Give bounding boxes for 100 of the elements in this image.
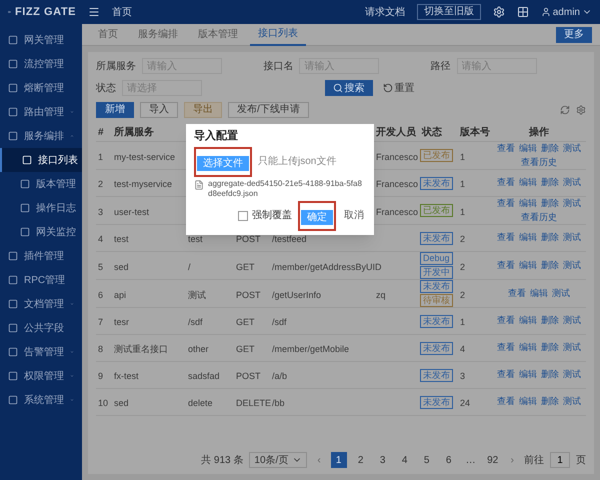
- action-link[interactable]: 查看历史: [521, 156, 557, 169]
- sidebar-item[interactable]: 告警管理: [0, 340, 82, 364]
- action-link[interactable]: 删除: [541, 395, 559, 409]
- toolbar-button[interactable]: 导出: [184, 102, 222, 118]
- status-tag: 未发布: [420, 396, 453, 408]
- action-link[interactable]: 编辑: [519, 341, 537, 355]
- action-link[interactable]: 删除: [541, 341, 559, 355]
- sidebar-item[interactable]: 文档管理: [0, 292, 82, 316]
- sidebar-item[interactable]: 版本管理: [0, 172, 82, 196]
- sidebar-item[interactable]: 流控管理: [0, 52, 82, 76]
- sidebar-item[interactable]: 操作日志: [0, 196, 82, 220]
- logo-text: FIZZ GATE: [15, 4, 76, 20]
- action-link[interactable]: 查看: [497, 176, 515, 190]
- user-icon[interactable]: [540, 7, 551, 17]
- action-link[interactable]: 删除: [541, 142, 559, 156]
- sidebar-item[interactable]: 权限管理: [0, 364, 82, 388]
- action-link[interactable]: 编辑: [530, 286, 548, 300]
- tab[interactable]: 服务编排: [130, 24, 186, 46]
- prev-page-button[interactable]: ‹: [313, 452, 325, 468]
- action-link[interactable]: 编辑: [519, 395, 537, 409]
- search-button[interactable]: 搜索: [324, 80, 373, 96]
- switch-button[interactable]: 切换至旧版: [416, 4, 481, 20]
- sidebar-item[interactable]: 插件管理: [0, 244, 82, 268]
- action-link[interactable]: 查看历史: [521, 210, 557, 224]
- docs-link[interactable]: 请求文档: [364, 4, 405, 20]
- action-link[interactable]: 删除: [541, 314, 559, 328]
- action-link[interactable]: 编辑: [519, 314, 537, 328]
- grid-icon[interactable]: [516, 6, 529, 18]
- action-link[interactable]: 测试: [563, 368, 581, 382]
- action-link[interactable]: 测试: [563, 142, 581, 156]
- cancel-button[interactable]: 取消: [342, 208, 366, 223]
- sidebar-item[interactable]: 网关监控: [0, 220, 82, 244]
- action-link[interactable]: 编辑: [519, 368, 537, 382]
- action-link[interactable]: 查看: [497, 231, 515, 245]
- sidebar-item[interactable]: 服务编排: [0, 124, 82, 148]
- page-button[interactable]: 6: [440, 452, 457, 468]
- toolbar-button[interactable]: 新增: [96, 102, 134, 118]
- action-link[interactable]: 测试: [563, 314, 581, 328]
- action-link[interactable]: 删除: [541, 231, 559, 245]
- page-button[interactable]: 5: [418, 452, 435, 468]
- action-link[interactable]: 测试: [563, 231, 581, 245]
- action-link[interactable]: 查看: [497, 197, 515, 210]
- status-tag: 未发布: [420, 314, 453, 328]
- toolbar-button[interactable]: 导入: [140, 102, 178, 118]
- filter-label: 状态: [96, 82, 116, 96]
- sidebar-item[interactable]: 网关管理: [0, 28, 82, 52]
- breadcrumb[interactable]: 首页: [112, 4, 132, 20]
- action-link[interactable]: 查看: [497, 368, 515, 382]
- table-cell: user-test: [114, 206, 150, 216]
- action-link[interactable]: 删除: [541, 258, 559, 272]
- action-link[interactable]: 测试: [552, 286, 570, 300]
- action-link[interactable]: 查看: [508, 286, 526, 300]
- tab[interactable]: 首页: [90, 24, 126, 46]
- next-page-button[interactable]: ›: [506, 452, 518, 468]
- tab[interactable]: 接口列表: [250, 24, 306, 46]
- action-link[interactable]: 删除: [541, 197, 559, 210]
- goto-unit: 页: [576, 454, 586, 468]
- sidebar-item[interactable]: 熔断管理: [0, 76, 82, 100]
- menu-icon[interactable]: [88, 6, 100, 18]
- square-icon: [22, 155, 32, 165]
- page-button[interactable]: 92: [484, 452, 501, 468]
- action-link[interactable]: 查看: [497, 258, 515, 272]
- action-link[interactable]: 删除: [541, 176, 559, 190]
- user-name[interactable]: admin: [552, 4, 580, 20]
- sidebar-item[interactable]: 公共字段: [0, 316, 82, 340]
- page-button[interactable]: 3: [374, 452, 391, 468]
- action-link[interactable]: 编辑: [519, 258, 537, 272]
- action-link[interactable]: 测试: [563, 197, 581, 210]
- force-overwrite-checkbox[interactable]: 强制覆盖: [238, 208, 292, 223]
- confirm-button[interactable]: 确定: [301, 210, 333, 225]
- action-link[interactable]: 删除: [541, 368, 559, 382]
- sidebar-item[interactable]: 系统管理: [0, 388, 82, 412]
- page-button[interactable]: 1: [330, 452, 347, 468]
- more-button[interactable]: 更多: [556, 26, 592, 42]
- action-link[interactable]: 编辑: [519, 176, 537, 190]
- action-link[interactable]: 编辑: [519, 142, 537, 156]
- goto-field[interactable]: 1: [550, 452, 570, 468]
- action-link[interactable]: 测试: [563, 395, 581, 409]
- refresh-icon[interactable]: [560, 105, 570, 115]
- toolbar-button[interactable]: 发布/下线申请: [228, 102, 309, 118]
- action-link[interactable]: 编辑: [519, 197, 537, 210]
- action-link[interactable]: 查看: [497, 142, 515, 156]
- reset-button[interactable]: 重置: [378, 80, 419, 96]
- table-cell: 3: [460, 371, 466, 381]
- page-button[interactable]: 4: [396, 452, 413, 468]
- table-cell: 1: [460, 152, 466, 162]
- choose-file-button[interactable]: 选择文件: [197, 156, 249, 171]
- action-link[interactable]: 测试: [563, 341, 581, 355]
- tab[interactable]: 版本管理: [190, 24, 246, 46]
- page-button[interactable]: …: [462, 452, 479, 468]
- action-link[interactable]: 查看: [497, 314, 515, 328]
- action-link[interactable]: 编辑: [519, 231, 537, 245]
- sidebar-item[interactable]: 路由管理: [0, 100, 82, 124]
- page-button[interactable]: 2: [352, 452, 369, 468]
- sidebar-item[interactable]: RPC管理: [0, 268, 82, 292]
- action-link[interactable]: 测试: [563, 258, 581, 272]
- action-link[interactable]: 查看: [497, 341, 515, 355]
- action-link[interactable]: 测试: [563, 176, 581, 190]
- action-link[interactable]: 查看: [497, 395, 515, 409]
- sidebar-item[interactable]: 接口列表: [0, 148, 82, 172]
